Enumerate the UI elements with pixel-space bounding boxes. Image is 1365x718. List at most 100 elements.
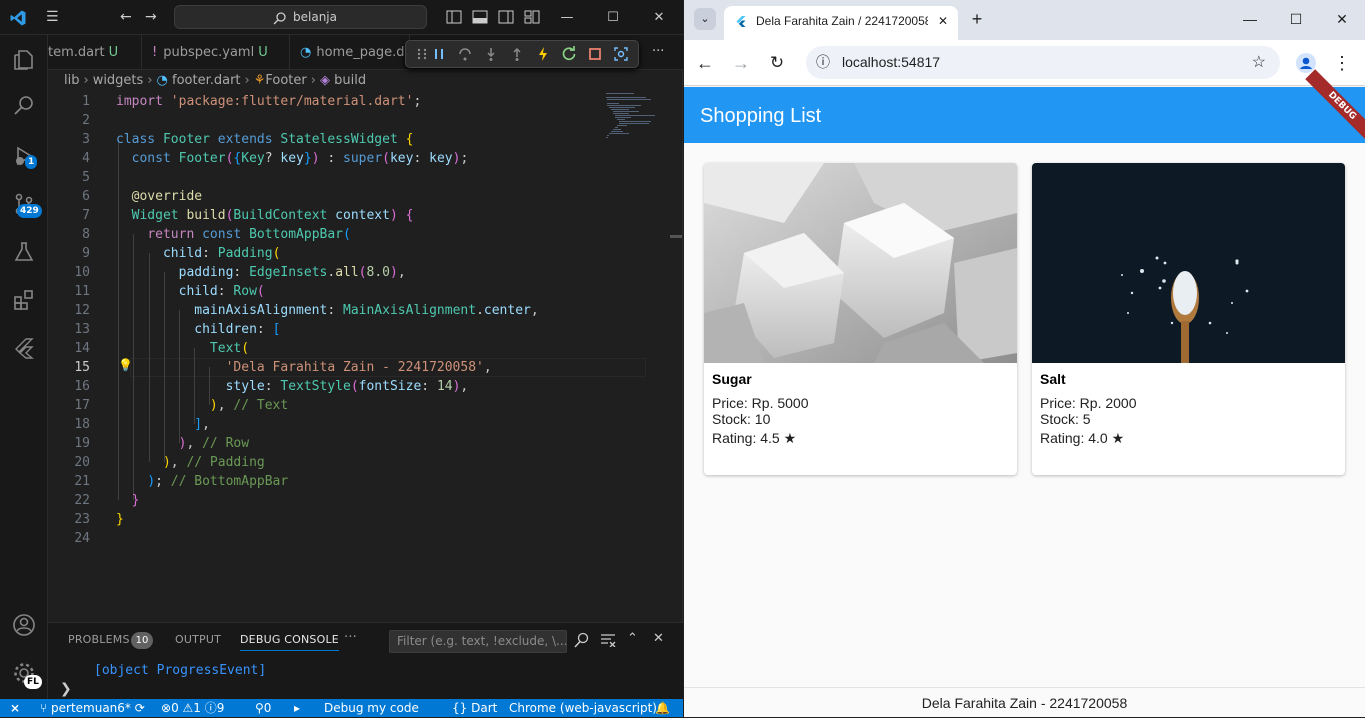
ports-count: 0 — [263, 701, 272, 715]
toggle-panel-icon[interactable] — [472, 10, 488, 24]
step-into-icon[interactable] — [483, 46, 499, 62]
breadcrumb-file[interactable]: footer.dart — [172, 73, 241, 88]
tab-problems[interactable]: PROBLEMS — [68, 633, 130, 646]
console-prompt-icon[interactable]: ❯ — [60, 681, 72, 697]
forward-arrow-icon[interactable]: → — [145, 8, 157, 26]
explorer-button[interactable] — [0, 36, 48, 84]
back-button[interactable]: ← — [694, 52, 716, 74]
chrome-menu-icon[interactable]: ⋮ — [1332, 52, 1352, 74]
yaml-icon: ! — [152, 45, 158, 60]
remote-icon[interactable]: ⨯ — [10, 699, 20, 717]
maximize-panel-icon[interactable]: ⌃ — [627, 631, 638, 646]
language-status[interactable]: {} Dart — [452, 699, 497, 717]
close-panel-icon[interactable]: ✕ — [653, 631, 664, 646]
tab-search-button[interactable]: ⌄ — [694, 8, 716, 30]
maximize-button[interactable]: ☐ — [1274, 8, 1318, 30]
back-arrow-icon[interactable]: ← — [120, 8, 132, 26]
tab-output[interactable]: OUTPUT — [175, 633, 221, 646]
widget-inspector-icon[interactable] — [613, 46, 629, 62]
debug-status-icon[interactable]: ▸ — [294, 699, 300, 717]
problems-status[interactable]: ⊗0 ⚠1 ⓘ9 — [161, 699, 224, 717]
salt-image — [1032, 163, 1345, 363]
breadcrumb: lib › widgets › ◔ footer.dart › ⚘Footer › ◈ buil… — [48, 70, 683, 92]
run-debug-button[interactable]: 1 — [0, 132, 48, 180]
bottom-panel: PROBLEMS 10 OUTPUT DEBUG CONSOLE ··· Fil… — [48, 622, 683, 699]
line-number: 7 — [82, 208, 90, 223]
stop-icon[interactable] — [587, 46, 603, 62]
debug-console-filter-input[interactable]: Filter (e.g. text, !exclude, \... — [389, 630, 567, 653]
code-line: import 'package:flutter/material.dart'; — [116, 94, 422, 109]
breadcrumb-class[interactable]: Footer — [265, 73, 306, 88]
bookmark-star-icon[interactable]: ☆ — [1252, 46, 1266, 79]
browser-tab[interactable]: Dela Farahita Zain / 2241720058 ✕ — [724, 6, 958, 40]
tab-debug-console[interactable]: DEBUG CONSOLE — [240, 633, 339, 651]
debug-status[interactable]: Debug my code — [324, 699, 419, 717]
close-window-button[interactable]: ✕ — [1320, 8, 1364, 30]
customize-layout-icon[interactable] — [524, 10, 540, 24]
device-status[interactable]: Chrome (web-javascript) — [509, 699, 657, 717]
site-info-icon[interactable]: ⓘ — [816, 46, 830, 79]
forward-button[interactable]: → — [730, 52, 752, 74]
sync-icon: ⟳ — [134, 701, 145, 715]
hot-reload-icon[interactable] — [535, 46, 551, 62]
code-line: class Footer extends StatelessWidget { — [116, 132, 414, 147]
toggle-sidebar-icon[interactable] — [446, 10, 462, 24]
item-rating: Rating: 4.5 ★ — [712, 430, 797, 446]
panel-more-icon[interactable]: ··· — [344, 630, 357, 645]
restart-icon[interactable] — [561, 46, 577, 62]
extensions-button[interactable] — [0, 276, 48, 324]
step-over-icon[interactable] — [457, 46, 473, 62]
tab-status: U — [108, 45, 119, 60]
tab-pubspec[interactable]: ! pubspec.yaml U — [142, 35, 290, 70]
footer-text: Dela Farahita Zain - 2241720058 — [921, 695, 1128, 711]
toggle-secondary-sidebar-icon[interactable] — [498, 10, 514, 24]
debug-toolbar — [405, 40, 639, 68]
branch-status[interactable]: ⑂ pertemuan6* ⟳ — [40, 699, 145, 717]
breadcrumb-method[interactable]: build — [334, 73, 366, 88]
tab-home-page[interactable]: ◔ home_page.da — [290, 35, 410, 70]
editor-scrollbar[interactable] — [670, 235, 682, 238]
tab-item-dart[interactable]: tem.dart U — [48, 35, 142, 70]
menu-icon[interactable]: ☰ — [46, 8, 59, 26]
item-rating: Rating: 4.0 ★ — [1040, 430, 1125, 446]
breadcrumb-widgets[interactable]: widgets — [93, 73, 144, 88]
close-button[interactable]: ✕ — [636, 0, 682, 35]
pause-icon[interactable] — [431, 46, 447, 62]
line-number: 20 — [74, 455, 90, 470]
reload-button[interactable]: ↻ — [766, 52, 788, 74]
item-card[interactable]: Salt Price: Rp. 2000 Stock: 5 Rating: 4.… — [1032, 163, 1345, 475]
search-icon — [273, 12, 286, 25]
line-number: 2 — [82, 113, 90, 128]
accounts-button[interactable] — [0, 601, 48, 649]
minimap[interactable] — [604, 92, 668, 142]
warning-icon: ⚠ — [182, 701, 194, 715]
item-card[interactable]: Sugar Price: Rp. 5000 Stock: 10 Rating: … — [704, 163, 1017, 475]
item-name: Salt — [1040, 371, 1066, 387]
address-bar[interactable]: ⓘ localhost:54817 ☆ — [806, 46, 1280, 79]
ports-status[interactable]: ⚲0 — [255, 699, 271, 717]
vscode-window: ☰ ← → belanja — ☐ ✕ 1 429 FL tem.dart U … — [0, 0, 683, 717]
code-line: ), // Text — [209, 398, 289, 413]
find-icon[interactable] — [574, 632, 590, 648]
minimize-button[interactable]: — — [1228, 8, 1272, 30]
clear-console-icon[interactable] — [600, 633, 616, 647]
new-tab-button[interactable]: + — [967, 8, 987, 30]
command-center-search[interactable]: belanja — [174, 5, 427, 29]
close-tab-icon[interactable]: ✕ — [928, 6, 958, 36]
code-editor[interactable]: 1 2 3 4 5 6 7 8 9 10 11 12 13 14 15 16 1… — [48, 92, 683, 622]
flutter-button[interactable] — [0, 324, 48, 372]
maximize-button[interactable]: ☐ — [590, 0, 636, 35]
beaker-icon — [14, 242, 34, 261]
code-line: } — [116, 512, 124, 527]
minimize-button[interactable]: — — [544, 0, 590, 35]
source-control-button[interactable]: 429 — [0, 180, 48, 228]
breadcrumb-lib[interactable]: lib — [64, 73, 79, 88]
manage-button[interactable]: FL — [0, 649, 48, 697]
drag-handle-icon[interactable] — [414, 46, 430, 62]
search-button[interactable] — [0, 82, 48, 130]
step-out-icon[interactable] — [509, 46, 525, 62]
more-actions-icon[interactable]: ··· — [652, 44, 664, 59]
testing-button[interactable] — [0, 228, 48, 276]
run-debug-badge: 1 — [25, 155, 38, 169]
notifications-bell-icon[interactable]: 🔔 — [655, 699, 670, 717]
